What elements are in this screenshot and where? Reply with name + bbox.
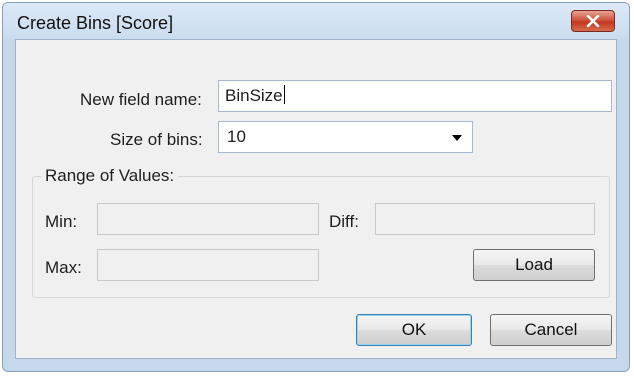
dialog-body: New field name: BinSize Size of bins: 10… [15,39,617,359]
load-button-label: Load [515,255,553,274]
bin-size-label: Size of bins: [110,130,203,149]
max-label: Max: [45,258,82,277]
diff-field[interactable] [375,203,595,235]
load-button[interactable]: Load [473,249,595,281]
title-bar[interactable]: Create Bins [Score] [3,3,629,39]
diff-label: Diff: [329,212,359,231]
range-of-values-group: Range of Values: Min: Diff: Max: Load [32,166,610,298]
max-field[interactable] [97,249,319,281]
ok-button[interactable]: OK [356,314,472,346]
cancel-button[interactable]: Cancel [490,314,612,346]
cancel-button-label: Cancel [524,320,578,339]
min-field[interactable] [97,203,319,235]
close-button[interactable] [571,10,615,32]
dropdown-arrow-icon[interactable] [452,135,462,141]
bin-size-select[interactable]: 10 [218,121,473,153]
ok-button-label: OK [401,320,427,339]
new-field-name-input[interactable]: BinSize [218,80,612,112]
dialog-title: Create Bins [Score] [17,13,174,33]
min-label: Min: [45,212,78,231]
create-bins-dialog: Create Bins [Score] New field name: BinS… [2,2,630,372]
new-field-name-value: BinSize [225,86,283,105]
new-field-name-label: New field name: [80,90,202,109]
text-caret [283,85,285,104]
bin-size-value: 10 [227,127,246,146]
close-icon [586,15,600,27]
range-of-values-title: Range of Values: [41,166,179,186]
